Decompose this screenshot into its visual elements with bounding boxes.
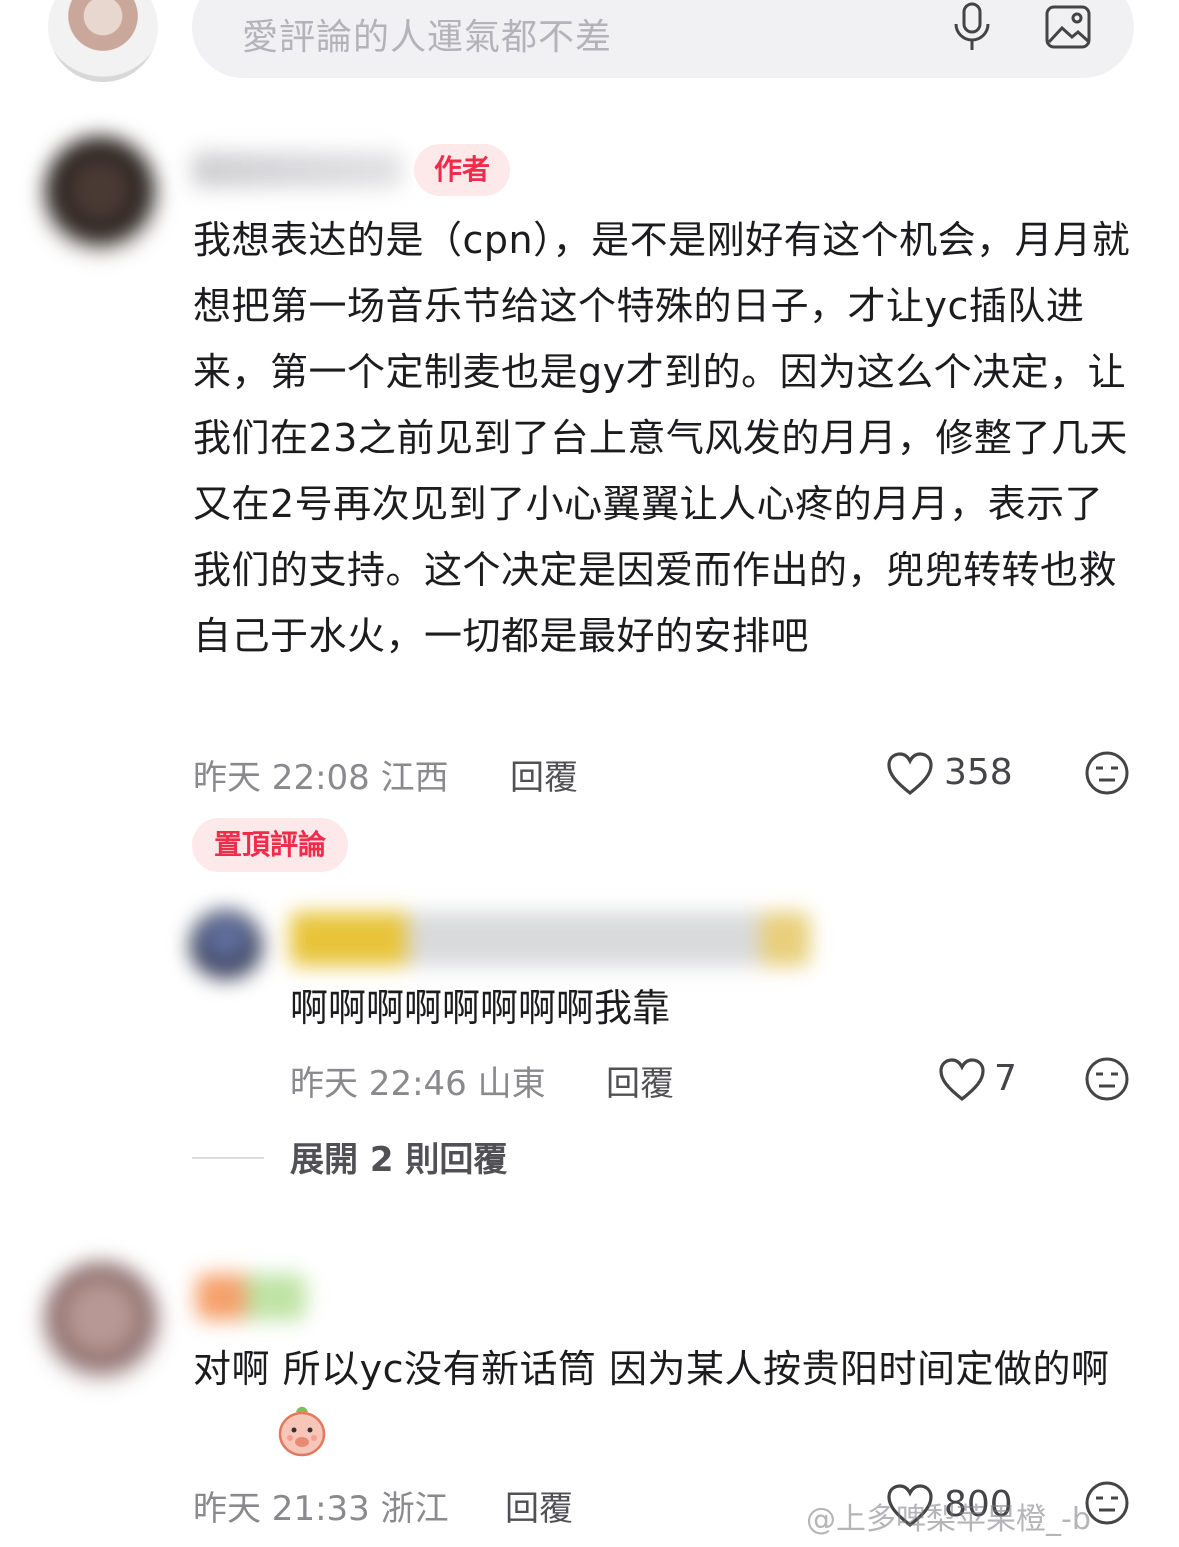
reply-button[interactable]: 回覆 — [606, 1056, 674, 1105]
reply-username[interactable] — [290, 912, 810, 966]
mic-icon[interactable] — [948, 0, 996, 52]
emoji-icon[interactable] — [1084, 1480, 1130, 1526]
current-user-avatar — [48, 0, 158, 82]
expand-divider — [192, 1157, 264, 1159]
comment-text: 我想表达的是（cpn），是不是刚好有这个机会，月月就想把第一场音乐节给这个特殊的… — [193, 218, 1131, 658]
sticker-icon — [278, 1406, 326, 1457]
username[interactable] — [196, 1274, 306, 1320]
reply-avatar[interactable] — [190, 910, 262, 982]
comment-text: 对啊 所以yc没有新话筒 因为某人按贵阳时间定做的啊 — [193, 1347, 1110, 1391]
comment-meta: 昨天 22:08 江西 — [193, 758, 449, 798]
watermark: @上多啤梨苹果橙_-b — [806, 1502, 1091, 1537]
like-count: 358 — [944, 752, 1013, 793]
reply-button[interactable]: 回覆 — [510, 750, 578, 799]
comment-meta: 昨天 21:33 浙江 — [193, 1489, 449, 1529]
emoji-icon[interactable] — [1084, 1056, 1130, 1102]
reply-text: 啊啊啊啊啊啊啊啊我靠 — [290, 986, 671, 1030]
pinned-comment-badge: 置頂評論 — [192, 818, 348, 872]
reply-meta: 昨天 22:46 山東 — [290, 1064, 546, 1104]
expand-replies-button[interactable]: 展開 2 則回覆 — [290, 1132, 507, 1181]
username[interactable] — [192, 152, 402, 188]
heart-icon[interactable] — [886, 752, 934, 796]
emoji-icon[interactable] — [1084, 750, 1130, 796]
author-badge: 作者 — [414, 144, 510, 196]
avatar[interactable] — [40, 136, 160, 256]
image-icon[interactable] — [1044, 4, 1092, 50]
comment-input-placeholder[interactable]: 愛評論的人運氣都不差 — [242, 8, 612, 60]
reply-button[interactable]: 回覆 — [505, 1481, 573, 1530]
heart-icon[interactable] — [938, 1058, 986, 1102]
avatar[interactable] — [40, 1262, 162, 1384]
like-count: 7 — [994, 1058, 1017, 1099]
